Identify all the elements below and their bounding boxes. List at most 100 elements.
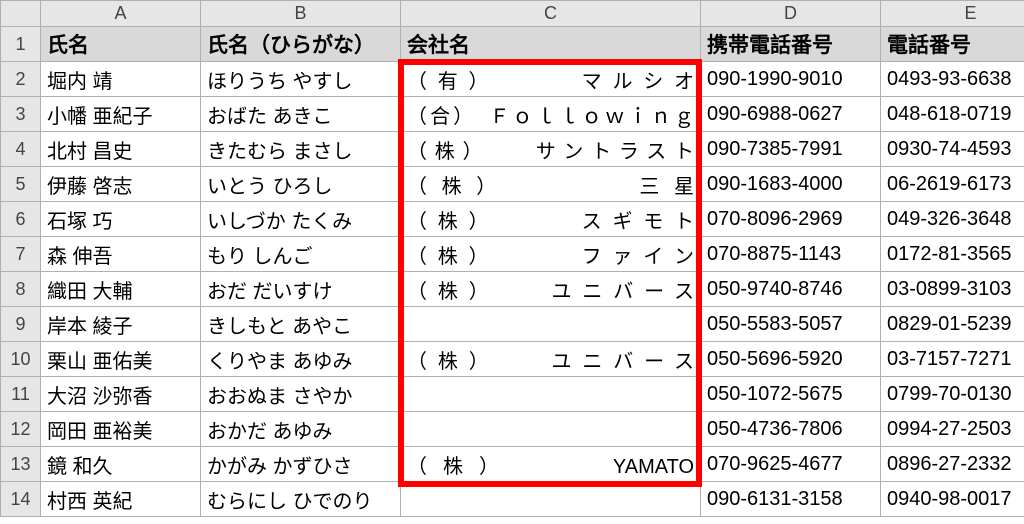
column-header-E[interactable]: E bbox=[881, 1, 1024, 27]
row-number[interactable]: 14 bbox=[1, 482, 41, 517]
row-number[interactable]: 12 bbox=[1, 412, 41, 447]
row-number[interactable]: 3 bbox=[1, 97, 41, 132]
table-row: 3小幡 亜紀子おばた あきこ（合） Ｆｏｌｌｏｗｉｎｇ090-6988-0627… bbox=[1, 97, 1024, 132]
cell[interactable]: （有） マルシオ bbox=[401, 62, 701, 97]
table-row: 14村西 英紀むらにし ひでのり 090-6131-31580940-98-001… bbox=[1, 482, 1024, 517]
field-header[interactable]: 氏名（ひらがな） bbox=[201, 27, 401, 62]
cell[interactable]: 小幡 亜紀子 bbox=[41, 97, 201, 132]
cell[interactable]: 050-4736-7806 bbox=[701, 412, 881, 447]
cell[interactable]: （株） YAMATO bbox=[401, 447, 701, 482]
cell[interactable]: 栗山 亜佑美 bbox=[41, 342, 201, 377]
cell[interactable]: 村西 英紀 bbox=[41, 482, 201, 517]
cell[interactable]: 0799-70-0130 bbox=[881, 377, 1024, 412]
cell[interactable]: 050-5696-5920 bbox=[701, 342, 881, 377]
cell[interactable]: くりやま あゆみ bbox=[201, 342, 401, 377]
cell[interactable]: きしもと あやこ bbox=[201, 307, 401, 342]
cell[interactable]: 北村 昌史 bbox=[41, 132, 201, 167]
cell[interactable]: 070-9625-4677 bbox=[701, 447, 881, 482]
cell[interactable]: （合） Ｆｏｌｌｏｗｉｎｇ bbox=[401, 97, 701, 132]
row-number[interactable]: 2 bbox=[1, 62, 41, 97]
cell[interactable]: 050-9740-8746 bbox=[701, 272, 881, 307]
cell[interactable]: 049-326-3648 bbox=[881, 202, 1024, 237]
row-number[interactable]: 7 bbox=[1, 237, 41, 272]
corner-cell[interactable] bbox=[1, 1, 41, 27]
row-number[interactable]: 5 bbox=[1, 167, 41, 202]
cell[interactable]: おばた あきこ bbox=[201, 97, 401, 132]
table-row: 7森 伸吾もり しんご（株） ファイン070-8875-11430172-81-… bbox=[1, 237, 1024, 272]
table-row: 10栗山 亜佑美くりやま あゆみ（株） ユニバース050-5696-592003… bbox=[1, 342, 1024, 377]
cell[interactable]: （株） 三星 bbox=[401, 167, 701, 202]
row-number[interactable]: 13 bbox=[1, 447, 41, 482]
spreadsheet[interactable]: ABCDE 1氏名氏名（ひらがな）会社名携帯電話番号電話番号 2堀内 靖ほりうち や… bbox=[0, 0, 1024, 524]
row-number[interactable]: 11 bbox=[1, 377, 41, 412]
cell[interactable]: 03-0899-3103 bbox=[881, 272, 1024, 307]
cell[interactable]: 03-7157-7271 bbox=[881, 342, 1024, 377]
cell[interactable]: 090-1990-9010 bbox=[701, 62, 881, 97]
cell[interactable]: 岸本 綾子 bbox=[41, 307, 201, 342]
cell[interactable]: 0994-27-2503 bbox=[881, 412, 1024, 447]
cell[interactable]: 090-6988-0627 bbox=[701, 97, 881, 132]
cell[interactable] bbox=[401, 412, 701, 447]
cell[interactable]: 0829-01-5239 bbox=[881, 307, 1024, 342]
cell[interactable]: （株） スギモト bbox=[401, 202, 701, 237]
row-number[interactable]: 8 bbox=[1, 272, 41, 307]
cell[interactable]: 06-2619-6173 bbox=[881, 167, 1024, 202]
table-row: 11大沼 沙弥香おおぬま さやか 050-1072-56750799-70-013… bbox=[1, 377, 1024, 412]
cell[interactable] bbox=[401, 377, 701, 412]
cell[interactable] bbox=[401, 307, 701, 342]
cell[interactable] bbox=[401, 482, 701, 517]
cell[interactable]: おおぬま さやか bbox=[201, 377, 401, 412]
cell[interactable]: 070-8096-2969 bbox=[701, 202, 881, 237]
cell[interactable]: ほりうち やすし bbox=[201, 62, 401, 97]
cell[interactable]: 織田 大輔 bbox=[41, 272, 201, 307]
cell[interactable]: 0493-93-6638 bbox=[881, 62, 1024, 97]
cell[interactable]: 090-1683-4000 bbox=[701, 167, 881, 202]
cell[interactable]: 鏡 和久 bbox=[41, 447, 201, 482]
cell[interactable]: 070-8875-1143 bbox=[701, 237, 881, 272]
cell[interactable]: 岡田 亜裕美 bbox=[41, 412, 201, 447]
row-number[interactable]: 10 bbox=[1, 342, 41, 377]
cell[interactable]: かがみ かずひさ bbox=[201, 447, 401, 482]
cell[interactable]: 0930-74-4593 bbox=[881, 132, 1024, 167]
cell[interactable]: 050-5583-5057 bbox=[701, 307, 881, 342]
cell[interactable]: （株） サントラスト bbox=[401, 132, 701, 167]
row-number[interactable]: 6 bbox=[1, 202, 41, 237]
field-header[interactable]: 携帯電話番号 bbox=[701, 27, 881, 62]
cell[interactable]: 堀内 靖 bbox=[41, 62, 201, 97]
cell[interactable]: 大沼 沙弥香 bbox=[41, 377, 201, 412]
cell[interactable]: 090-7385-7991 bbox=[701, 132, 881, 167]
cell[interactable]: いしづか たくみ bbox=[201, 202, 401, 237]
cell[interactable]: きたむら まさし bbox=[201, 132, 401, 167]
table-row: 4北村 昌史きたむら まさし（株） サントラスト090-7385-7991093… bbox=[1, 132, 1024, 167]
cell[interactable]: おかだ あゆみ bbox=[201, 412, 401, 447]
cell[interactable]: 0172-81-3565 bbox=[881, 237, 1024, 272]
cell[interactable]: 050-1072-5675 bbox=[701, 377, 881, 412]
column-header-C[interactable]: C bbox=[401, 1, 701, 27]
field-header[interactable]: 氏名 bbox=[41, 27, 201, 62]
field-header[interactable]: 電話番号 bbox=[881, 27, 1024, 62]
column-header-D[interactable]: D bbox=[701, 1, 881, 27]
cell[interactable]: 伊藤 啓志 bbox=[41, 167, 201, 202]
grid[interactable]: ABCDE 1氏名氏名（ひらがな）会社名携帯電話番号電話番号 2堀内 靖ほりうち や… bbox=[0, 0, 1024, 517]
cell[interactable]: 090-6131-3158 bbox=[701, 482, 881, 517]
cell[interactable]: いとう ひろし bbox=[201, 167, 401, 202]
column-header-A[interactable]: A bbox=[41, 1, 201, 27]
cell[interactable]: もり しんご bbox=[201, 237, 401, 272]
cell[interactable]: （株） ファイン bbox=[401, 237, 701, 272]
cell[interactable]: 森 伸吾 bbox=[41, 237, 201, 272]
table-row: 12岡田 亜裕美おかだ あゆみ 050-4736-78060994-27-2503 bbox=[1, 412, 1024, 447]
cell[interactable]: むらにし ひでのり bbox=[201, 482, 401, 517]
cell[interactable]: おだ だいすけ bbox=[201, 272, 401, 307]
cell[interactable]: （株） ユニバース bbox=[401, 342, 701, 377]
cell[interactable]: 0940-98-0017 bbox=[881, 482, 1024, 517]
cell[interactable]: 0896-27-2332 bbox=[881, 447, 1024, 482]
cell[interactable]: 石塚 巧 bbox=[41, 202, 201, 237]
table-row: 9岸本 綾子きしもと あやこ 050-5583-50570829-01-5239 bbox=[1, 307, 1024, 342]
field-header[interactable]: 会社名 bbox=[401, 27, 701, 62]
column-header-B[interactable]: B bbox=[201, 1, 401, 27]
cell[interactable]: 048-618-0719 bbox=[881, 97, 1024, 132]
row-number[interactable]: 4 bbox=[1, 132, 41, 167]
row-number[interactable]: 1 bbox=[1, 27, 41, 62]
cell[interactable]: （株） ユニバース bbox=[401, 272, 701, 307]
row-number[interactable]: 9 bbox=[1, 307, 41, 342]
